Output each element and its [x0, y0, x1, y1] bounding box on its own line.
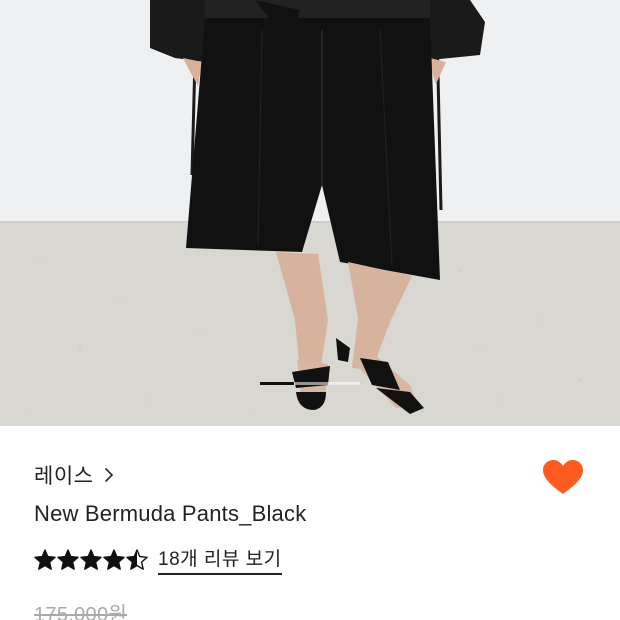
heart-icon [543, 460, 583, 494]
review-link[interactable]: 18개 리뷰 보기 [158, 544, 282, 575]
chevron-right-icon [105, 468, 114, 482]
star-icon [57, 548, 79, 570]
original-price: 175,000원 [34, 604, 128, 620]
favorite-button[interactable] [543, 460, 583, 496]
carousel-indicator [260, 382, 360, 385]
brand-link[interactable]: 레이스 [34, 460, 117, 490]
star-rating [34, 548, 148, 571]
rating-row: 18개 리뷰 보기 [34, 544, 282, 575]
star-icon [103, 548, 125, 570]
star-icon [80, 548, 102, 570]
product-image[interactable] [0, 0, 620, 426]
product-info: 레이스 New Bermuda Pants_Black 18개 리뷰 보기 17… [0, 426, 620, 620]
star-icon [126, 548, 148, 570]
star-icon [34, 548, 56, 570]
carousel-indicator-active [260, 382, 294, 385]
product-name: New Bermuda Pants_Black [34, 501, 307, 526]
brand-name: 레이스 [34, 465, 94, 488]
product-photo [0, 0, 620, 426]
